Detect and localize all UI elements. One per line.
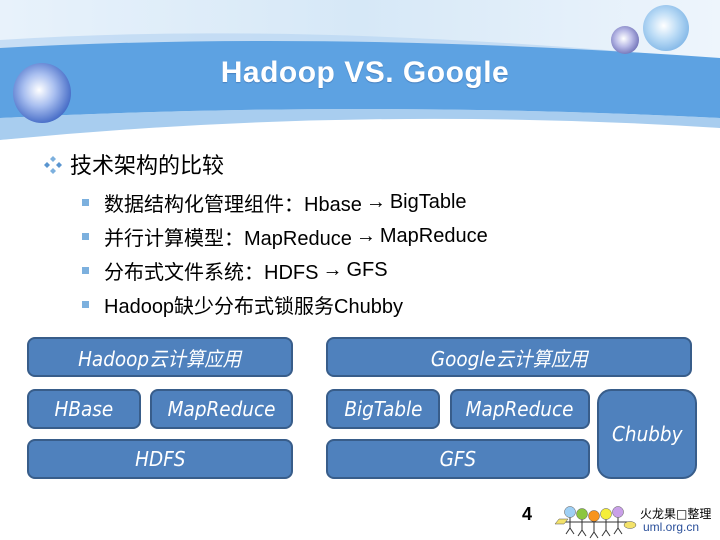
page-number: 4 <box>522 504 533 524</box>
hadoop-hbase-box: HBase <box>27 389 141 429</box>
google-gfs-box: GFS <box>326 439 590 479</box>
google-bigtable-box: BigTable <box>326 389 440 429</box>
bullet-item: Hadoop缺少分布式锁服务Chubby <box>82 287 488 321</box>
arrow-icon: → <box>355 224 376 247</box>
slide-title: Hadoop VS. Google <box>220 56 510 89</box>
google-mapreduce-box: MapReduce <box>450 389 590 429</box>
square-bullet-icon <box>82 232 89 240</box>
arrow-icon: → <box>322 258 343 281</box>
section-heading: 技术架构的比较 <box>42 148 224 180</box>
bullet-item: 并行计算模型：MapReduce → MapReduce <box>82 219 488 253</box>
arrow-icon: → <box>365 190 386 213</box>
hadoop-mapreduce-box: MapReduce <box>150 389 293 429</box>
google-chubby-box: Chubby <box>597 389 697 479</box>
heading-text: 技术架构的比较 <box>70 153 225 178</box>
bullet-list: 数据结构化管理组件：Hbase → BigTable 并行计算模型：MapReduc… <box>82 185 488 321</box>
diamond-bullet-icon <box>44 156 62 174</box>
logo-url: uml.org.cn <box>643 520 700 534</box>
square-bullet-icon <box>82 266 89 274</box>
square-bullet-icon <box>82 300 89 308</box>
bullet-item: 分布式文件系统：HDFS → GFS <box>82 253 488 287</box>
hadoop-hdfs-box: HDFS <box>27 439 293 479</box>
hadoop-app-box: Hadoop云计算应用 <box>27 337 293 377</box>
google-app-box: Google云计算应用 <box>326 337 692 377</box>
square-bullet-icon <box>82 198 89 206</box>
bullet-item: 数据结构化管理组件：Hbase → BigTable <box>82 185 488 219</box>
